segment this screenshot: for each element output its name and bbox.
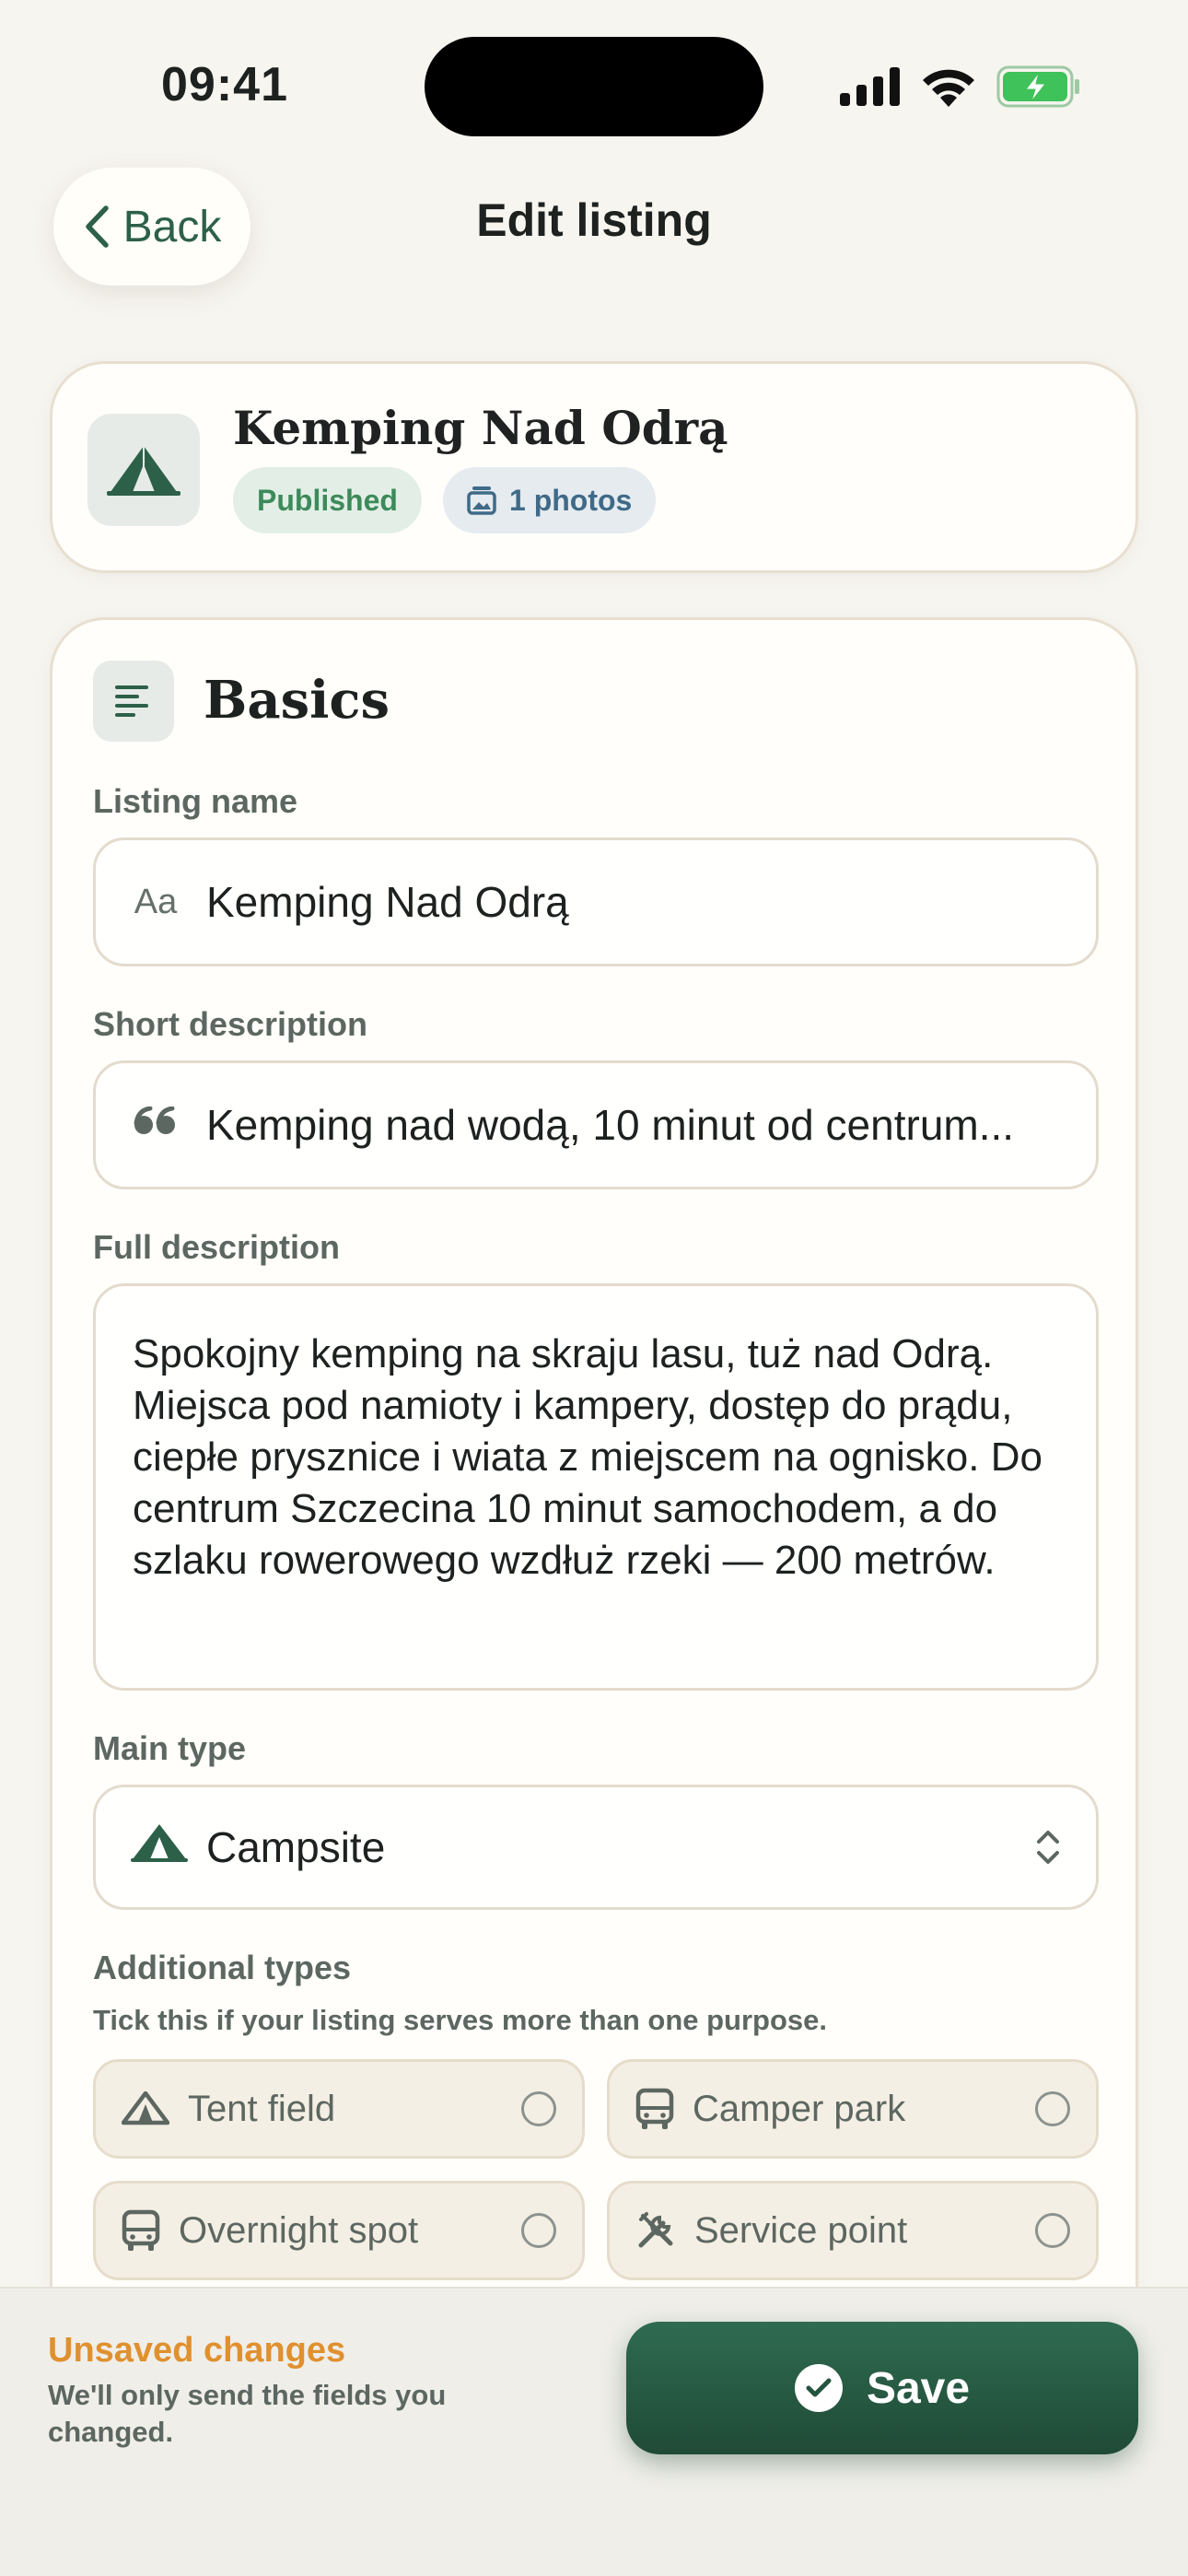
main-type-value: Campsite [206, 1823, 386, 1871]
unsaved-changes-subtitle: We'll only send the fields you changed. [48, 2379, 447, 2448]
signal-icon [840, 67, 900, 106]
type-option-service-point[interactable]: Service point [607, 2181, 1099, 2280]
check-circle-icon [794, 2364, 843, 2412]
short-description-value: Kemping nad wodą, 10 minut od centrum... [206, 1101, 1015, 1149]
main-type-label: Main type [93, 1729, 247, 1767]
save-label: Save [866, 2363, 971, 2413]
main-type-select[interactable]: Campsite [93, 1785, 1099, 1910]
type-option-camper-park[interactable]: Camper park [607, 2059, 1099, 2159]
type-option-radio[interactable] [1035, 2091, 1070, 2126]
tent-icon [131, 1822, 188, 1872]
tent-icon [107, 446, 181, 496]
type-option-tent-field[interactable]: Tent field [93, 2059, 585, 2159]
dynamic-island [425, 37, 763, 136]
photos-badge[interactable]: 1 photos [443, 467, 657, 533]
bottom-action-bar: Unsaved changes We'll only send the fiel… [0, 2287, 1188, 2576]
wifi-icon [923, 69, 974, 107]
section-icon [93, 661, 174, 742]
listing-name-value: Kemping Nad Odrą [206, 878, 569, 926]
tent-icon [122, 2091, 169, 2125]
unsaved-changes-title: Unsaved changes [48, 2331, 346, 2370]
tools-icon [638, 2212, 673, 2248]
text-format-icon: Aa [134, 882, 178, 921]
type-option-radio[interactable] [521, 2091, 556, 2126]
section-title: Basics [204, 670, 390, 731]
listing-name-label: Listing name [93, 782, 298, 820]
full-description-label: Full description [93, 1228, 341, 1266]
short-description-label: Short description [93, 1005, 368, 1043]
photos-badge-label: 1 photos [509, 483, 633, 517]
additional-types-label: Additional types [93, 1949, 352, 1986]
type-option-label: Tent field [188, 2088, 336, 2129]
listing-name-input[interactable]: Aa Kemping Nad Odrą [93, 837, 1099, 966]
photos-icon [467, 486, 496, 515]
save-button[interactable]: Save [626, 2322, 1138, 2454]
quote-icon [131, 1106, 181, 1145]
short-description-input[interactable]: Kemping nad wodą, 10 minut od centrum... [93, 1060, 1099, 1189]
bus-icon [635, 2088, 674, 2129]
status-badge: Published [233, 467, 422, 533]
additional-types-hint: Tick this if your listing serves more th… [93, 2004, 828, 2036]
listing-title: Kemping Nad Odrą [233, 401, 728, 455]
full-description-textarea[interactable]: Spokojny kemping na skraju lasu, tuż nad… [93, 1283, 1099, 1691]
page-title: Edit listing [476, 194, 712, 246]
basics-section: Basics Listing name Aa Kemping Nad Odrą … [50, 617, 1138, 2576]
type-option-label: Camper park [693, 2088, 906, 2129]
status-icons [840, 63, 1081, 111]
type-option-label: Overnight spot [179, 2209, 419, 2251]
type-option-radio[interactable] [521, 2213, 556, 2248]
status-time: 09:41 [161, 58, 288, 111]
status-badge-label: Published [257, 483, 398, 517]
battery-charging-icon [996, 65, 1079, 108]
bus-icon [122, 2209, 160, 2251]
type-option-radio[interactable] [1035, 2213, 1070, 2248]
listing-thumbnail [87, 414, 200, 526]
listing-summary-card: Kemping Nad Odrą Published 1 photos [50, 361, 1138, 573]
text-align-left-icon [115, 685, 148, 717]
chevron-up-down-icon [1037, 1831, 1059, 1864]
type-option-overnight-spot[interactable]: Overnight spot [93, 2181, 585, 2280]
type-option-label: Service point [694, 2209, 908, 2251]
